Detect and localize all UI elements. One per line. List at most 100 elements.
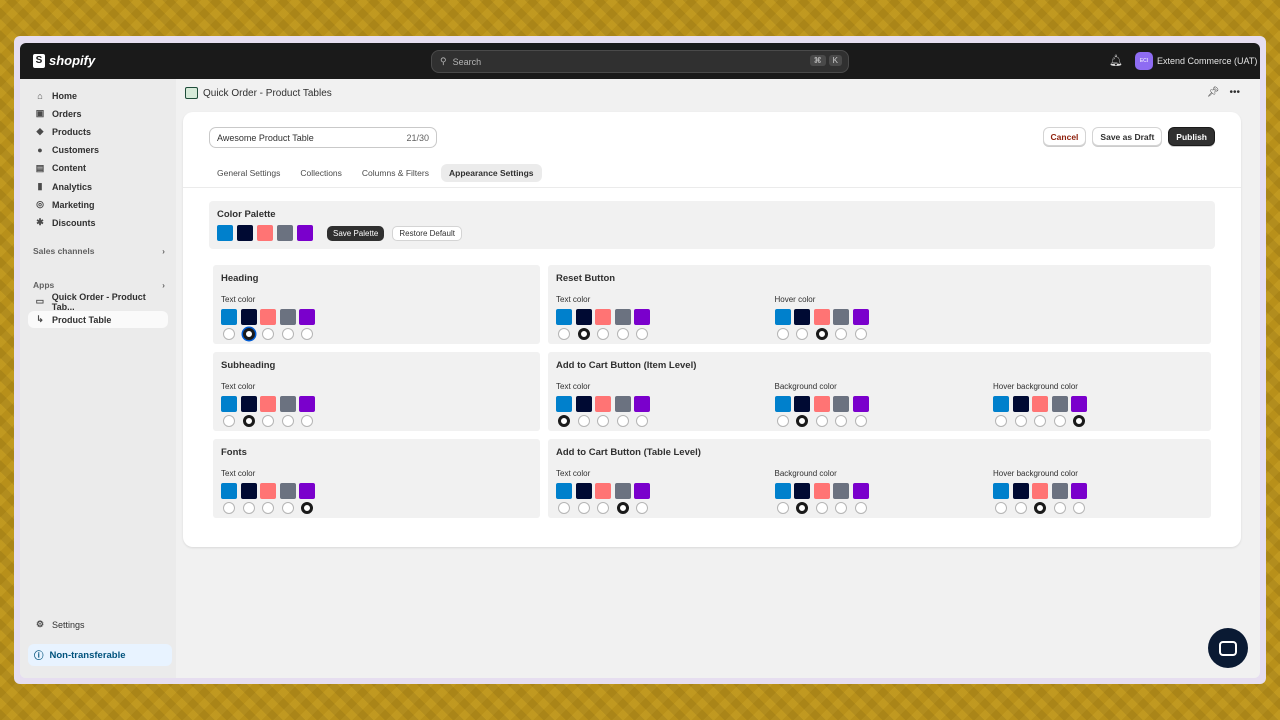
color-radio[interactable]: [776, 502, 789, 514]
color-radio[interactable]: [1073, 502, 1085, 514]
color-swatch[interactable]: [993, 483, 1009, 499]
color-swatch[interactable]: [279, 309, 296, 325]
sidebar-item-marketing[interactable]: ◎ Marketing: [28, 196, 168, 213]
color-radio[interactable]: [995, 415, 1007, 427]
sidebar-item-quick-order[interactable]: ▭ Quick Order - Product Tab...: [28, 292, 168, 312]
color-radio[interactable]: [262, 502, 274, 514]
color-radio[interactable]: [636, 415, 648, 427]
color-swatch[interactable]: [774, 396, 791, 412]
color-swatch[interactable]: [614, 483, 631, 499]
color-radio[interactable]: [776, 415, 789, 427]
color-radio[interactable]: [636, 328, 648, 340]
color-radio[interactable]: [796, 415, 808, 427]
color-swatch[interactable]: [774, 309, 791, 325]
color-swatch[interactable]: [852, 396, 869, 412]
color-radio[interactable]: [301, 328, 313, 340]
color-swatch[interactable]: [1071, 483, 1087, 499]
color-swatch[interactable]: [852, 483, 869, 499]
color-radio[interactable]: [616, 328, 629, 340]
palette-swatch[interactable]: [217, 225, 233, 241]
color-radio[interactable]: [1053, 415, 1066, 427]
color-swatch[interactable]: [260, 396, 276, 412]
color-swatch[interactable]: [614, 309, 631, 325]
color-swatch[interactable]: [1051, 396, 1068, 412]
color-swatch[interactable]: [813, 309, 830, 325]
sidebar-item-home[interactable]: ⌂ Home: [28, 87, 168, 104]
color-swatch[interactable]: [279, 396, 296, 412]
color-swatch[interactable]: [634, 309, 650, 325]
color-swatch[interactable]: [575, 396, 592, 412]
color-radio[interactable]: [1014, 502, 1027, 514]
color-radio[interactable]: [223, 415, 235, 427]
store-menu[interactable]: ECI Extend Commerce (UAT): [1135, 52, 1257, 70]
color-swatch[interactable]: [575, 483, 592, 499]
color-radio[interactable]: [597, 415, 609, 427]
color-radio[interactable]: [281, 415, 294, 427]
cancel-button[interactable]: Cancel: [1042, 127, 1087, 146]
color-swatch[interactable]: [1071, 396, 1087, 412]
color-swatch[interactable]: [833, 483, 849, 499]
color-radio[interactable]: [558, 328, 570, 340]
save-palette-button[interactable]: Save Palette: [327, 225, 385, 241]
color-radio[interactable]: [636, 502, 648, 514]
color-radio[interactable]: [597, 502, 609, 514]
tab-collections[interactable]: Collections: [292, 164, 350, 182]
color-swatch[interactable]: [260, 483, 276, 499]
tab-columns-filters[interactable]: Columns & Filters: [354, 164, 437, 182]
color-radio[interactable]: [281, 502, 294, 514]
color-radio[interactable]: [1014, 415, 1027, 427]
color-swatch[interactable]: [634, 396, 650, 412]
color-swatch[interactable]: [1051, 483, 1068, 499]
color-radio[interactable]: [815, 328, 828, 340]
sidebar-item-products[interactable]: ◆ Products: [28, 123, 168, 140]
color-swatch[interactable]: [794, 396, 810, 412]
color-radio[interactable]: [1034, 415, 1046, 427]
color-radio[interactable]: [597, 328, 609, 340]
color-swatch[interactable]: [240, 483, 257, 499]
color-radio[interactable]: [616, 502, 629, 514]
apps-section[interactable]: Apps ›: [33, 280, 165, 290]
color-swatch[interactable]: [1032, 396, 1048, 412]
color-swatch[interactable]: [556, 483, 572, 499]
color-swatch[interactable]: [240, 309, 257, 325]
color-swatch[interactable]: [852, 309, 869, 325]
sidebar-item-content[interactable]: ▤ Content: [28, 160, 168, 177]
color-radio[interactable]: [1073, 415, 1085, 427]
color-radio[interactable]: [242, 415, 255, 427]
palette-swatch[interactable]: [277, 225, 293, 241]
palette-swatch[interactable]: [257, 225, 273, 241]
color-radio[interactable]: [616, 415, 629, 427]
sidebar-item-analytics[interactable]: ▮ Analytics: [28, 178, 168, 195]
color-radio[interactable]: [242, 502, 255, 514]
color-radio[interactable]: [776, 328, 789, 340]
color-radio[interactable]: [815, 502, 828, 514]
color-swatch[interactable]: [556, 396, 572, 412]
color-radio[interactable]: [242, 328, 255, 340]
color-swatch[interactable]: [299, 396, 315, 412]
bell-icon[interactable]: 🔔︎: [1109, 54, 1123, 67]
color-radio[interactable]: [854, 502, 867, 514]
color-radio[interactable]: [281, 328, 294, 340]
color-radio[interactable]: [835, 415, 847, 427]
non-transferable-badge[interactable]: ⓘ Non-transferable: [28, 644, 172, 666]
color-swatch[interactable]: [614, 396, 631, 412]
color-swatch[interactable]: [221, 396, 237, 412]
color-radio[interactable]: [835, 502, 847, 514]
color-swatch[interactable]: [221, 309, 237, 325]
color-radio[interactable]: [835, 328, 847, 340]
color-radio[interactable]: [796, 328, 808, 340]
color-radio[interactable]: [301, 415, 313, 427]
color-radio[interactable]: [558, 502, 570, 514]
palette-swatch[interactable]: [237, 225, 253, 241]
chat-button[interactable]: [1208, 628, 1248, 668]
pin-icon[interactable]: 📌︎: [1207, 87, 1220, 98]
sidebar-item-product-table[interactable]: ↳ Product Table: [28, 311, 168, 328]
color-swatch[interactable]: [833, 309, 849, 325]
color-swatch[interactable]: [1012, 483, 1029, 499]
color-swatch[interactable]: [993, 396, 1009, 412]
save-draft-button[interactable]: Save as Draft: [1092, 127, 1163, 146]
color-radio[interactable]: [223, 328, 235, 340]
tab-general-settings[interactable]: General Settings: [209, 164, 288, 182]
color-radio[interactable]: [301, 502, 313, 514]
color-swatch[interactable]: [221, 483, 237, 499]
